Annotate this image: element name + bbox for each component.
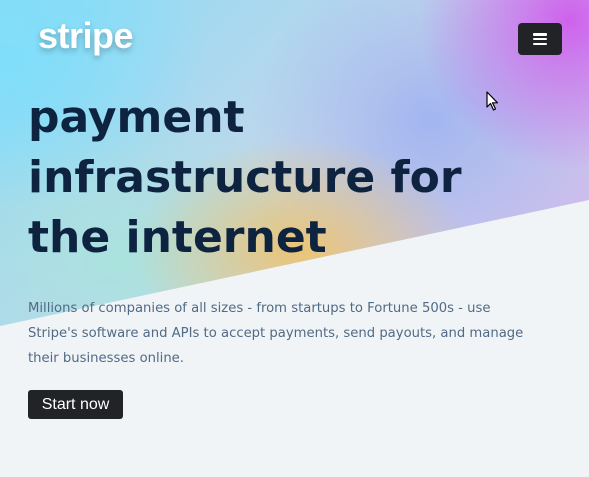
start-now-button[interactable]: Start now [28,390,123,419]
stripe-logo[interactable]: stripe [38,16,134,56]
hamburger-menu-icon [533,33,547,45]
hero-headline: payment infrastructure for the internet [28,92,462,263]
hero-description: Millions of companies of all sizes - fro… [28,301,524,366]
menu-button[interactable] [518,23,562,55]
